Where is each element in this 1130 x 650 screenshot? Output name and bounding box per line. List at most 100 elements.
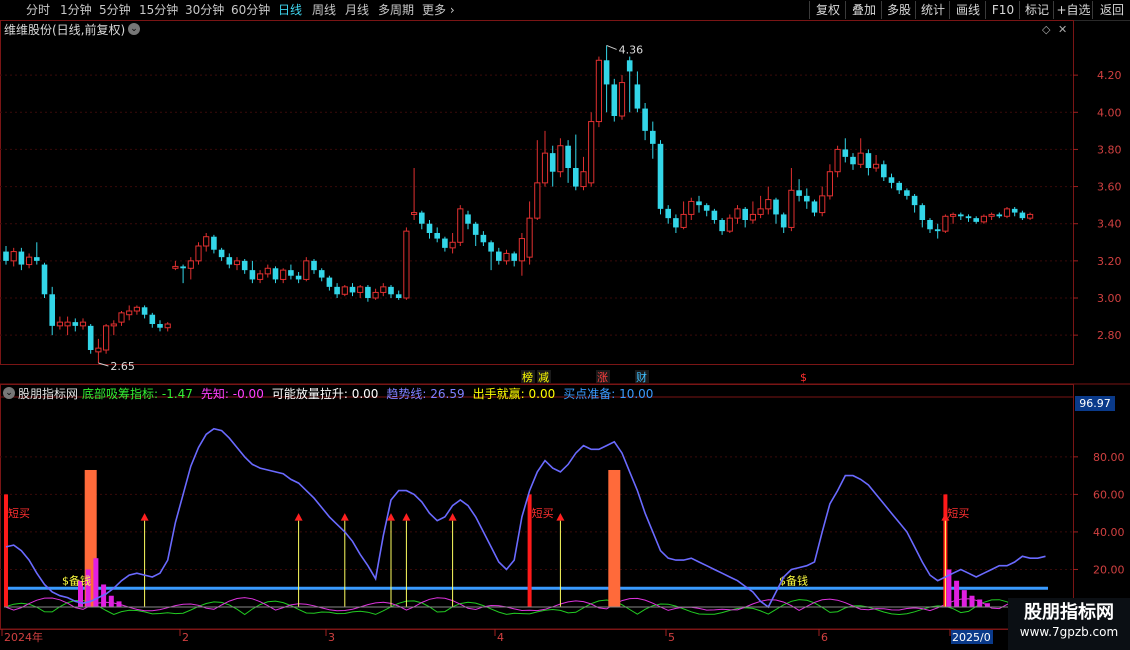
toolbar-button-2[interactable]: 多股 — [881, 1, 916, 19]
prophet-line — [5, 597, 1046, 612]
period-tab-9[interactable]: 多周期 — [378, 0, 414, 20]
candle-body — [72, 322, 79, 326]
period-tab-2[interactable]: 5分钟 — [99, 0, 131, 20]
candle-body — [842, 149, 849, 157]
orange-signal-bar — [608, 469, 621, 607]
candle-body — [518, 238, 525, 262]
toolbar-button-5[interactable]: F10 — [985, 1, 1020, 19]
high-marker-line — [606, 44, 617, 50]
period-tab-1[interactable]: 1分钟 — [60, 0, 92, 20]
candle-body — [634, 84, 641, 109]
period-tab-0[interactable]: 分时 — [26, 0, 50, 20]
chevron-down-icon[interactable]: ⌄ — [128, 23, 140, 35]
toolbar-button-8[interactable]: 返回 — [1092, 1, 1130, 19]
candle-body — [18, 251, 25, 265]
candle-body — [611, 84, 618, 116]
volume-histogram-bar — [116, 601, 122, 607]
candle-body — [927, 220, 933, 230]
candle-body — [773, 199, 779, 215]
volume-histogram-bar — [984, 603, 990, 607]
period-toolbar: 分时 1分钟 5分钟 15分钟 30分钟 60分钟 日线 周线 月线 多周期 更多 › 复权 叠加 多股统… — [0, 0, 1130, 21]
indicator-current-value: 96.97 — [1075, 396, 1115, 411]
date-label: 2024年 — [4, 630, 43, 644]
candle-body — [203, 236, 210, 247]
chart-title: 维维股份(日线,前复权) — [4, 23, 126, 37]
volume-histogram-bar — [969, 595, 975, 607]
candle-body — [503, 252, 510, 262]
toolbar-button-3[interactable]: 统计 — [915, 1, 950, 19]
candle-body — [595, 59, 602, 123]
signal-arrow — [448, 513, 457, 521]
watermark-title: 股朋指标网 — [1024, 602, 1114, 623]
indicator-item-2: 可能放量拉升: 0.00 — [271, 387, 379, 401]
price-axis-label: 3.80 — [1097, 143, 1122, 156]
candle-body — [303, 260, 310, 280]
candle-body — [411, 212, 418, 215]
candle-body — [388, 286, 394, 295]
candle-body — [41, 264, 48, 295]
candle-body — [211, 236, 217, 250]
candle-body — [172, 265, 179, 269]
candle-body — [1019, 212, 1026, 219]
candle-body — [919, 205, 926, 220]
indicator-axis-label: 40.00 — [1093, 526, 1125, 539]
period-tab-6[interactable]: 日线 — [278, 0, 302, 20]
price-axis-label: 3.00 — [1097, 292, 1122, 305]
candle-body — [157, 324, 163, 328]
close-icon[interactable]: ✕ — [1058, 23, 1067, 37]
indicator-item-1: 先知: -0.00 — [200, 387, 264, 401]
candle-body — [257, 273, 264, 280]
diamond-icon[interactable]: ◇ — [1042, 23, 1050, 37]
toolbar-button-6[interactable]: 标记 — [1019, 1, 1054, 19]
toolbar-button-4[interactable]: 画线 — [949, 1, 986, 19]
indicator-settings-icon[interactable]: ⌄ — [3, 387, 15, 399]
candle-body — [557, 145, 564, 173]
event-mark: 财 — [636, 370, 647, 384]
candle-body — [126, 310, 133, 316]
high-price-label: 4.36 — [619, 43, 644, 56]
signal-arrow — [402, 513, 411, 521]
event-mark: $ — [800, 371, 807, 384]
candle-body — [958, 214, 964, 217]
indicator-item-0: 底部吸筹指标: -1.47 — [82, 387, 193, 401]
candle-body — [950, 213, 957, 217]
candle-body — [465, 214, 471, 224]
date-label: 2025/0 — [952, 631, 991, 644]
candle-body — [749, 213, 756, 221]
candle-body — [272, 268, 279, 280]
event-mark: 涨 — [597, 371, 608, 384]
date-label: 3 — [328, 631, 335, 644]
period-tab-8[interactable]: 月线 — [345, 0, 369, 20]
candle-body — [834, 148, 841, 173]
candle-body — [334, 286, 340, 295]
toolbar-button-1[interactable]: 叠加 — [845, 1, 882, 19]
candle-body — [826, 171, 833, 197]
price-axis-label: 3.40 — [1097, 218, 1122, 231]
candle-body — [149, 314, 156, 324]
candle-body — [511, 253, 517, 261]
candle-body — [534, 182, 541, 219]
candle-body — [403, 230, 410, 299]
period-tab-3[interactable]: 15分钟 — [139, 0, 178, 20]
candle-body — [79, 321, 87, 327]
signal-arrow — [294, 513, 303, 521]
period-tab-4[interactable]: 30分钟 — [185, 0, 224, 20]
candle-body — [526, 217, 533, 258]
candle-body — [865, 153, 872, 168]
candle-body — [341, 286, 348, 295]
period-tab-10[interactable]: 更多 › — [422, 0, 455, 20]
date-label: 6 — [821, 631, 828, 644]
toolbar-button-0[interactable]: 复权 — [809, 1, 846, 19]
candle-body — [726, 217, 733, 232]
period-tab-7[interactable]: 周线 — [312, 0, 336, 20]
candle-body — [49, 294, 55, 326]
candle-body — [133, 306, 141, 312]
candle-body — [264, 267, 271, 275]
price-axis-label: 3.20 — [1097, 255, 1122, 268]
indicator-name[interactable]: 股朋指标网 — [18, 387, 78, 401]
candle-body — [573, 168, 579, 187]
volume-histogram-bar — [954, 580, 960, 607]
toolbar-button-7[interactable]: +自选 — [1053, 1, 1093, 19]
candle-body — [288, 270, 294, 276]
period-tab-5[interactable]: 60分钟 — [231, 0, 270, 20]
